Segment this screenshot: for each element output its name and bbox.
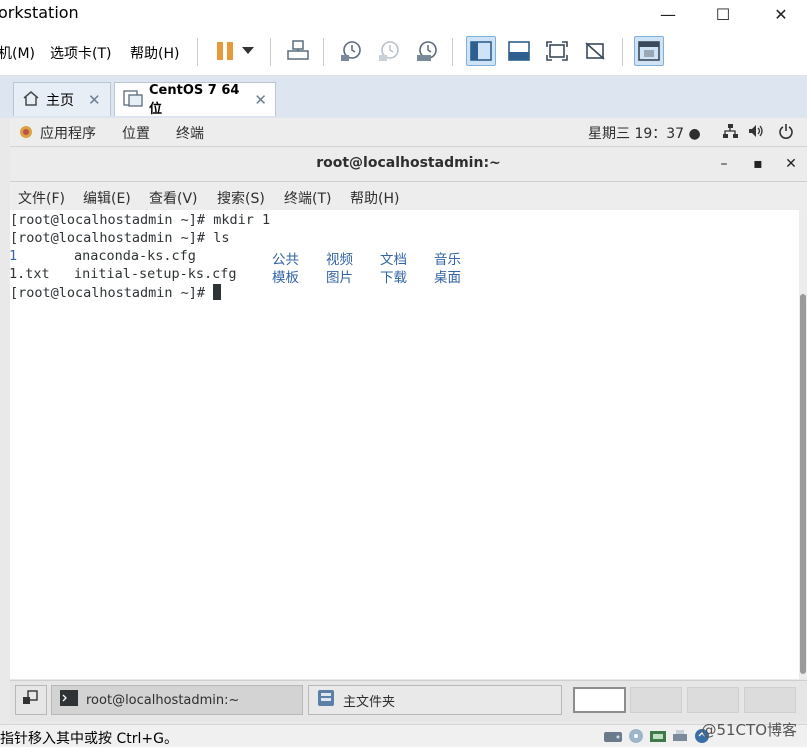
menu-help[interactable]: 帮助(H) bbox=[130, 43, 179, 63]
console-view-icon[interactable] bbox=[504, 36, 534, 66]
network-adapter-icon[interactable] bbox=[649, 728, 667, 748]
toolbar-divider bbox=[270, 38, 271, 66]
shell-prompt: [root@localhostadmin ~]# bbox=[10, 230, 214, 246]
toolbar-divider bbox=[323, 38, 324, 66]
vmware-toolbar: 机(M) 选项卡(T) 帮助(H) bbox=[0, 28, 807, 76]
minimize-button[interactable]: – bbox=[710, 151, 738, 177]
terminal-menu[interactable]: 终端 bbox=[176, 123, 204, 143]
command-text: ls bbox=[213, 230, 230, 246]
clock[interactable]: 星期三 19：37 ● bbox=[588, 123, 701, 143]
taskbar-item-label: root@localhostadmin:~ bbox=[86, 692, 240, 708]
revert-snapshot-icon[interactable] bbox=[374, 36, 404, 66]
chevron-down-icon[interactable] bbox=[236, 36, 260, 66]
snapshot-manager-icon[interactable] bbox=[412, 36, 442, 66]
tab-label: 主页 bbox=[46, 92, 74, 109]
ls-dir-entry: 模板 bbox=[272, 270, 299, 286]
full-screen-icon[interactable] bbox=[542, 36, 572, 66]
window-titlebar: orkstation — ☐ ✕ bbox=[0, 0, 807, 28]
ls-dir-entry: 桌面 bbox=[434, 270, 461, 286]
terminal-line: [root@localhostadmin ~]# mkdir 1 bbox=[10, 212, 270, 228]
file-manager-icon bbox=[317, 689, 335, 711]
ls-dir-entry: 1 bbox=[9, 248, 18, 264]
snapshot-icon[interactable] bbox=[336, 36, 366, 66]
menu-view[interactable]: 查看(V) bbox=[149, 188, 198, 208]
send-ctrl-alt-del-icon[interactable] bbox=[283, 36, 313, 66]
workspace-3[interactable] bbox=[687, 687, 739, 713]
vmware-status-bar: 指针移入其中或按 Ctrl+G。 @51CTO博客 bbox=[0, 721, 807, 748]
power-icon[interactable] bbox=[778, 123, 794, 143]
printer-icon[interactable] bbox=[671, 728, 689, 748]
vm-icon bbox=[123, 89, 143, 111]
ls-dir-entry: 文档 bbox=[380, 252, 407, 268]
gnome-top-panel: 应用程序 位置 终端 星期三 19：37 ● bbox=[10, 118, 807, 147]
terminal-menubar: 文件(F) 编辑(E) 查看(V) 搜索(S) 终端(T) 帮助(H) bbox=[10, 182, 807, 210]
ls-dir-entry: 视频 bbox=[326, 252, 353, 268]
ls-file-entry: anaconda-ks.cfg bbox=[74, 248, 196, 264]
gnome-foot-icon bbox=[18, 124, 34, 144]
terminal-icon bbox=[60, 690, 78, 710]
hard-disk-icon[interactable] bbox=[603, 728, 623, 748]
workspace-1[interactable] bbox=[573, 687, 626, 713]
terminal-output[interactable]: [root@localhostadmin ~]# mkdir 1 [root@l… bbox=[9, 210, 799, 679]
terminal-line: [root@localhostadmin ~]# bbox=[10, 284, 222, 301]
home-icon bbox=[22, 90, 40, 110]
window-title: orkstation bbox=[0, 3, 79, 22]
device-icons bbox=[603, 728, 711, 748]
menu-tabs[interactable]: 选项卡(T) bbox=[50, 43, 111, 63]
places-menu[interactable]: 位置 bbox=[122, 123, 150, 143]
close-button[interactable]: ✕ bbox=[777, 151, 805, 177]
ls-dir-entry: 公共 bbox=[272, 252, 299, 268]
toolbar-divider bbox=[197, 38, 198, 66]
menu-search[interactable]: 搜索(S) bbox=[217, 188, 265, 208]
command-text: mkdir 1 bbox=[213, 212, 271, 228]
gnome-bottom-panel: root@localhostadmin:~ 主文件夹 bbox=[10, 680, 807, 721]
shell-prompt: [root@localhostadmin ~]# bbox=[10, 285, 214, 301]
ls-dir-entry: 图片 bbox=[326, 270, 353, 286]
taskbar-item-home-folder[interactable]: 主文件夹 bbox=[308, 685, 562, 715]
library-view-icon[interactable] bbox=[466, 36, 496, 66]
tab-home[interactable]: 主页 ✕ bbox=[13, 82, 111, 116]
taskbar-item-label: 主文件夹 bbox=[343, 694, 396, 710]
cd-rom-icon[interactable] bbox=[627, 728, 645, 748]
status-text: 指针移入其中或按 Ctrl+G。 bbox=[0, 731, 178, 747]
scrollbar-thumb[interactable] bbox=[800, 294, 806, 674]
terminal-title: root@localhostadmin:~ bbox=[316, 155, 501, 171]
menu-help[interactable]: 帮助(H) bbox=[350, 188, 399, 208]
minimize-button[interactable]: — bbox=[645, 0, 691, 28]
show-desktop-icon bbox=[22, 690, 38, 710]
ls-file-entry: initial-setup-ks.cfg bbox=[74, 266, 237, 282]
unity-mode-icon[interactable] bbox=[580, 36, 610, 66]
workspace-4[interactable] bbox=[744, 687, 796, 713]
volume-icon[interactable] bbox=[748, 123, 766, 143]
terminal-line: [root@localhostadmin ~]# ls bbox=[10, 230, 229, 246]
watermark: @51CTO博客 bbox=[701, 721, 797, 739]
menu-terminal[interactable]: 终端(T) bbox=[284, 188, 331, 208]
toolbar-divider bbox=[622, 38, 623, 66]
thumbnail-view-icon[interactable] bbox=[634, 36, 664, 66]
workspace-2[interactable] bbox=[630, 687, 682, 713]
maximize-button[interactable]: ▪ bbox=[744, 151, 772, 177]
tab-centos[interactable]: CentOS 7 64 位 ✕ bbox=[114, 82, 276, 117]
terminal-headerbar: root@localhostadmin:~ – ▪ ✕ bbox=[10, 147, 807, 182]
network-icon[interactable] bbox=[722, 123, 738, 143]
tab-strip: 主页 ✕ CentOS 7 64 位 ✕ bbox=[0, 76, 807, 118]
terminal-scrollbar[interactable] bbox=[799, 210, 807, 679]
menu-vm[interactable]: 机(M) bbox=[0, 43, 35, 63]
shell-prompt: [root@localhostadmin ~]# bbox=[10, 212, 214, 228]
close-button[interactable]: ✕ bbox=[758, 0, 804, 28]
show-desktop-button[interactable] bbox=[15, 685, 47, 715]
text-cursor bbox=[213, 284, 222, 300]
tab-label: CentOS 7 64 位 bbox=[149, 82, 240, 117]
menu-edit[interactable]: 编辑(E) bbox=[83, 188, 131, 208]
menu-file[interactable]: 文件(F) bbox=[18, 188, 65, 208]
close-icon[interactable]: ✕ bbox=[88, 91, 101, 109]
ls-dir-entry: 音乐 bbox=[434, 252, 461, 268]
toolbar-divider bbox=[452, 38, 453, 66]
close-icon[interactable]: ✕ bbox=[254, 91, 267, 109]
maximize-button[interactable]: ☐ bbox=[700, 0, 746, 28]
ls-dir-entry: 下载 bbox=[380, 270, 407, 286]
applications-menu[interactable]: 应用程序 bbox=[40, 123, 96, 143]
ls-file-entry: 1.txt bbox=[9, 266, 50, 282]
taskbar-item-terminal[interactable]: root@localhostadmin:~ bbox=[51, 685, 303, 715]
